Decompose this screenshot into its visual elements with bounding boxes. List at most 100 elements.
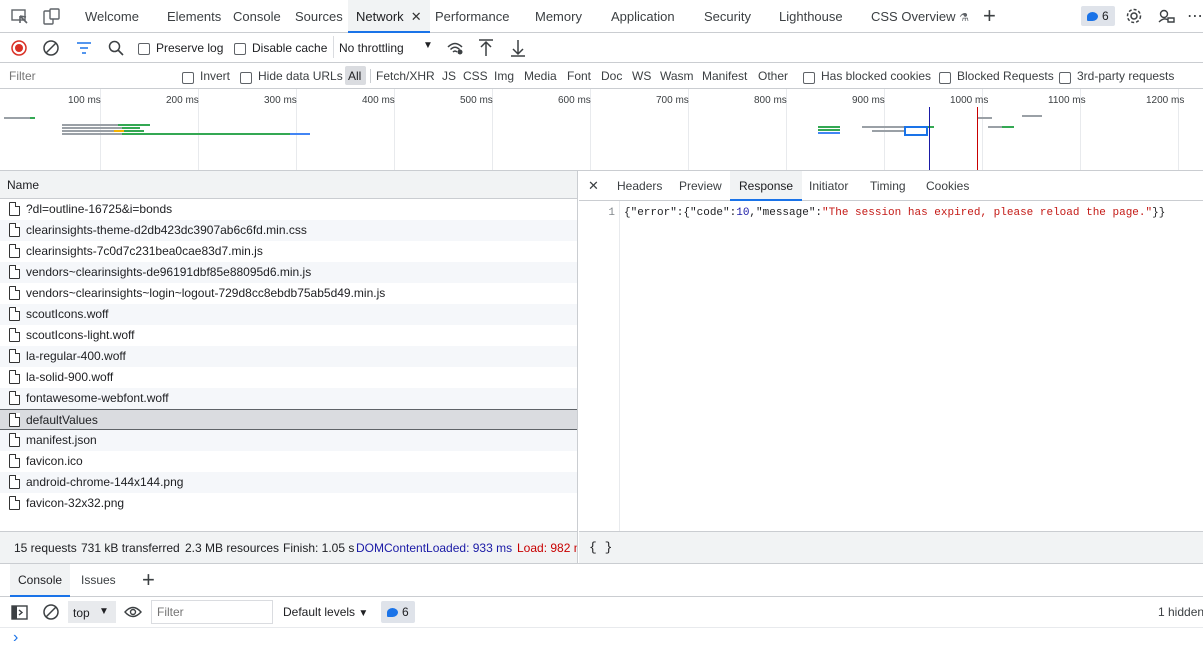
- table-row[interactable]: clearinsights-7c0d7c231bea0cae83d7.min.j…: [0, 241, 577, 262]
- console-issues-badge[interactable]: 6: [381, 601, 415, 623]
- inspect-element-icon[interactable]: [11, 9, 29, 25]
- issues-badge[interactable]: 6: [1081, 6, 1115, 26]
- type-filter-all[interactable]: All: [345, 66, 366, 85]
- filter-input[interactable]: [3, 65, 169, 86]
- add-drawer-tab-icon[interactable]: +: [142, 567, 155, 593]
- device-toolbar-icon[interactable]: [43, 8, 61, 26]
- type-filter-font[interactable]: Font: [567, 69, 591, 83]
- table-row[interactable]: fontawesome-webfont.woff: [0, 388, 577, 409]
- detail-tab-preview[interactable]: Preview: [679, 171, 722, 201]
- response-json-code: 10: [736, 207, 750, 219]
- table-row[interactable]: ?dl=outline-16725&i=bonds: [0, 199, 577, 220]
- tab-security[interactable]: Security: [704, 0, 751, 33]
- type-filter-media[interactable]: Media: [524, 69, 557, 83]
- tab-console[interactable]: Console: [233, 0, 281, 33]
- table-row[interactable]: favicon-32x32.png: [0, 493, 577, 514]
- network-conditions-icon[interactable]: [446, 40, 464, 56]
- divider: [370, 69, 371, 83]
- detail-tab-timing[interactable]: Timing: [870, 171, 906, 201]
- detail-tab-cookies[interactable]: Cookies: [926, 171, 969, 201]
- tab-performance[interactable]: Performance: [435, 0, 509, 33]
- add-tab-icon[interactable]: +: [983, 3, 996, 29]
- clear-icon[interactable]: [43, 40, 59, 56]
- overview-bar: [978, 117, 992, 119]
- more-options-icon[interactable]: ⋯: [1187, 6, 1203, 26]
- hide-data-urls-label: Hide data URLs: [258, 69, 343, 83]
- main-tab-bar: Welcome Elements Console Sources Network…: [0, 0, 1203, 33]
- context-selector[interactable]: top ▼: [68, 601, 116, 623]
- tab-lighthouse[interactable]: Lighthouse: [779, 0, 843, 33]
- overview-tick-label: 200 ms: [166, 95, 199, 106]
- preserve-log-checkbox[interactable]: [138, 41, 150, 55]
- has-blocked-cookies-checkbox[interactable]: [803, 70, 815, 84]
- customize-icon[interactable]: [1158, 7, 1176, 25]
- network-overview-timeline[interactable]: 100 ms 200 ms 300 ms 400 ms 500 ms 600 ms 700 …: [0, 89, 1203, 171]
- type-filter-manifest[interactable]: Manifest: [702, 69, 747, 83]
- disable-cache-checkbox[interactable]: [234, 41, 246, 55]
- search-icon[interactable]: [108, 40, 124, 56]
- tab-elements[interactable]: Elements: [167, 0, 221, 33]
- file-icon: [9, 202, 20, 216]
- overview-bar: [4, 117, 32, 119]
- column-header-name[interactable]: Name: [7, 178, 39, 192]
- type-filter-img[interactable]: Img: [494, 69, 514, 83]
- hidden-messages-count[interactable]: 1 hidden: [1158, 605, 1203, 619]
- type-filter-all-label: All: [348, 69, 362, 83]
- type-filter-css[interactable]: CSS: [463, 69, 488, 83]
- tab-welcome[interactable]: Welcome: [85, 0, 139, 33]
- table-row[interactable]: la-solid-900.woff: [0, 367, 577, 388]
- table-row[interactable]: favicon.ico: [0, 451, 577, 472]
- type-filter-doc[interactable]: Doc: [601, 69, 622, 83]
- stop-recording-icon[interactable]: [11, 40, 27, 56]
- import-har-icon[interactable]: [478, 39, 494, 57]
- hide-data-urls-checkbox[interactable]: [240, 70, 252, 84]
- tab-css-overview[interactable]: CSS Overview ⚗: [871, 0, 969, 33]
- detail-tab-headers[interactable]: Headers: [617, 171, 662, 201]
- eye-icon[interactable]: [124, 606, 142, 618]
- drawer-tab-console[interactable]: Console: [10, 564, 71, 597]
- tab-application[interactable]: Application: [611, 0, 675, 33]
- table-row[interactable]: android-chrome-144x144.png: [0, 472, 577, 493]
- export-har-icon[interactable]: [510, 39, 526, 57]
- log-levels-value: Default levels: [283, 605, 356, 619]
- type-filter-other[interactable]: Other: [758, 69, 788, 83]
- type-filter-wasm[interactable]: Wasm: [660, 69, 694, 83]
- tab-network[interactable]: Network ✕: [348, 0, 430, 33]
- pretty-print-button[interactable]: { }: [589, 540, 612, 555]
- close-detail-icon[interactable]: ✕: [588, 178, 599, 194]
- file-icon: [9, 454, 20, 468]
- third-party-requests-checkbox[interactable]: [1059, 70, 1071, 84]
- table-row[interactable]: defaultValues: [0, 409, 577, 430]
- filter-icon[interactable]: [76, 41, 92, 55]
- drawer-tab-issues[interactable]: Issues: [81, 564, 116, 597]
- type-filter-js[interactable]: JS: [442, 69, 456, 83]
- throttling-select[interactable]: No throttling ▼: [333, 36, 439, 58]
- tab-sources[interactable]: Sources: [295, 0, 343, 33]
- invert-checkbox[interactable]: [182, 70, 194, 84]
- log-levels-select[interactable]: Default levels ▼: [283, 605, 368, 619]
- request-name: vendors~clearinsights~login~logout-729d8…: [26, 286, 386, 300]
- table-row[interactable]: scoutIcons.woff: [0, 304, 577, 325]
- preserve-log-label: Preserve log: [156, 41, 224, 55]
- table-row[interactable]: la-regular-400.woff: [0, 346, 577, 367]
- table-row[interactable]: scoutIcons-light.woff: [0, 325, 577, 346]
- table-row[interactable]: clearinsights-theme-d2db423dc3907ab6c6fd…: [0, 220, 577, 241]
- type-filter-fetch-xhr[interactable]: Fetch/XHR: [376, 69, 435, 83]
- close-icon[interactable]: ✕: [411, 9, 422, 24]
- detail-tab-initiator[interactable]: Initiator: [809, 171, 848, 201]
- console-prompt[interactable]: ›: [0, 628, 1203, 658]
- table-row[interactable]: vendors~clearinsights~login~logout-729d8…: [0, 283, 577, 304]
- table-row[interactable]: vendors~clearinsights-de96191dbf85e88095…: [0, 262, 577, 283]
- tab-memory[interactable]: Memory: [535, 0, 582, 33]
- response-viewer[interactable]: 1 {"error":{"code":10,"message":"The ses…: [579, 201, 1203, 531]
- table-row[interactable]: manifest.json: [0, 430, 577, 451]
- overview-tick-label: 300 ms: [264, 95, 297, 106]
- console-filter-input[interactable]: [151, 600, 273, 624]
- gear-icon[interactable]: [1125, 7, 1143, 25]
- clear-console-icon[interactable]: [43, 604, 59, 620]
- invert-label: Invert: [200, 69, 231, 83]
- show-console-sidebar-icon[interactable]: [11, 605, 28, 620]
- type-filter-ws[interactable]: WS: [632, 69, 651, 83]
- blocked-requests-checkbox[interactable]: [939, 70, 951, 84]
- detail-tab-response[interactable]: Response: [730, 171, 803, 201]
